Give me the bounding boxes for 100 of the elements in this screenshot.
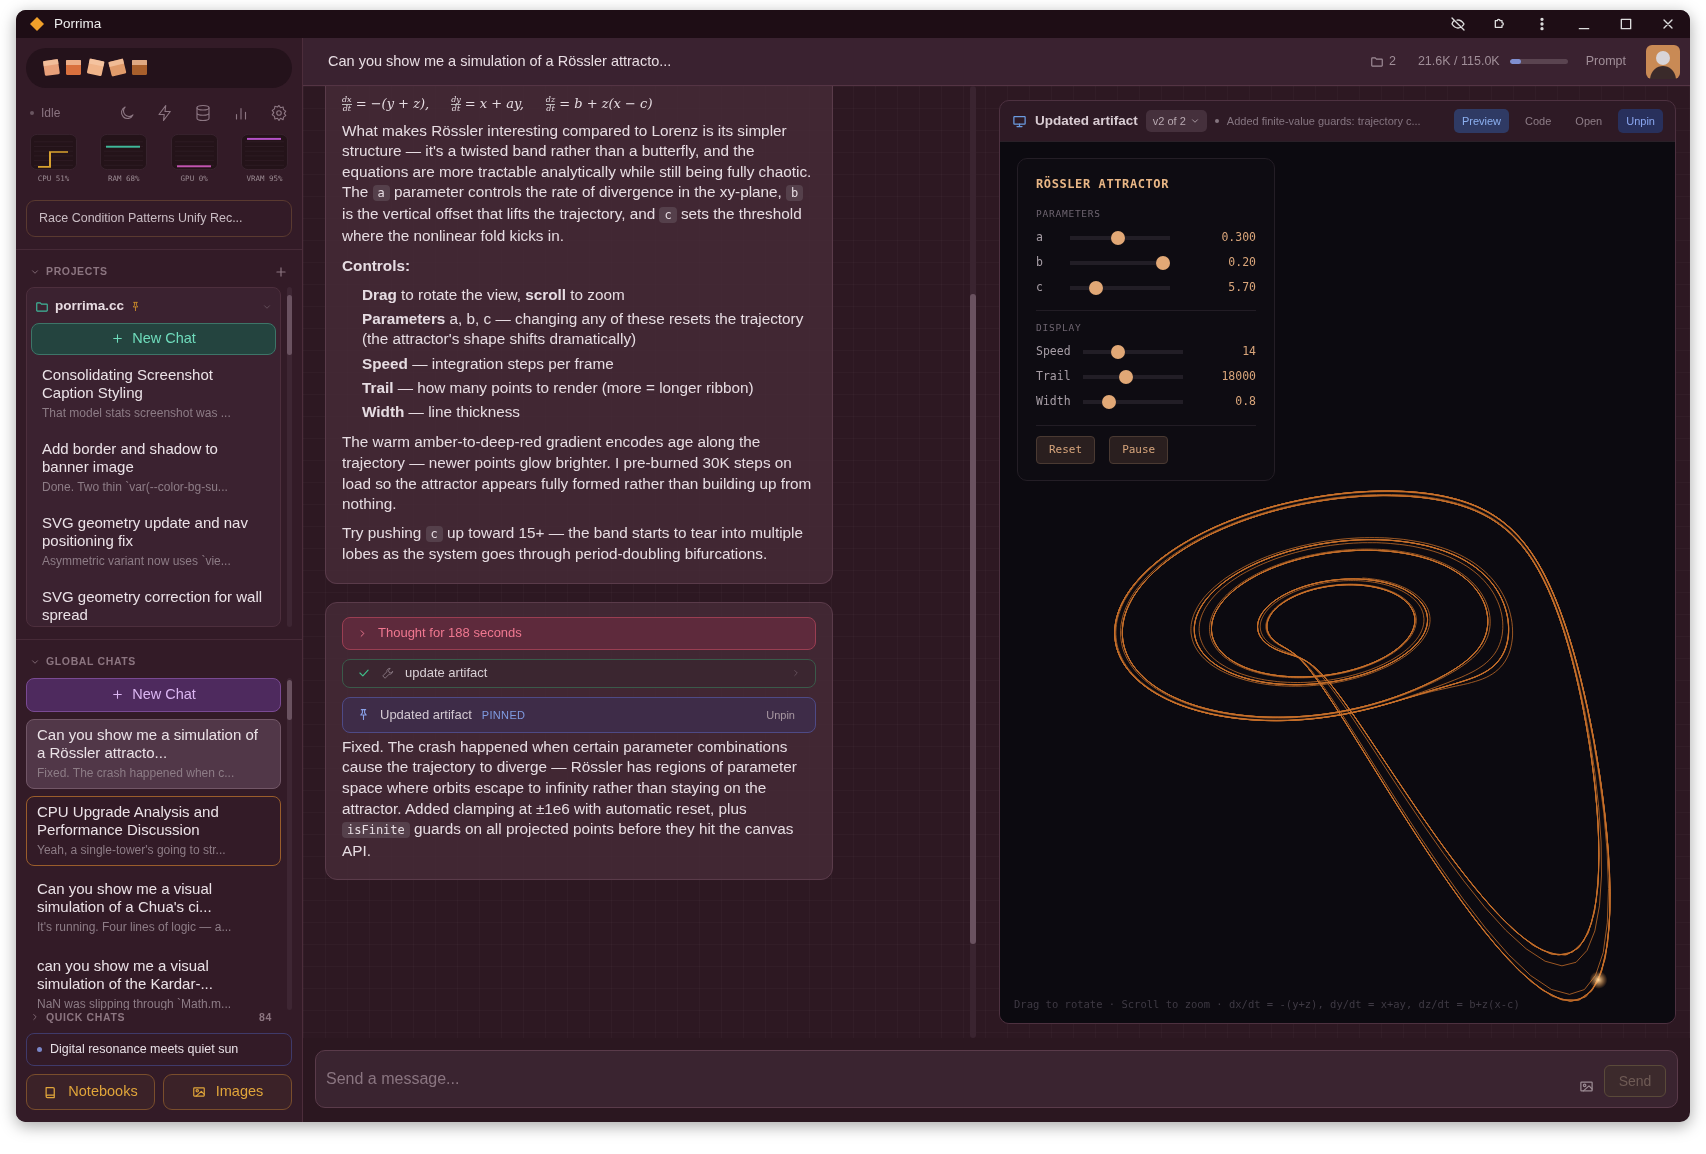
bullet-dot (1214, 119, 1219, 123)
settings-icon[interactable] (270, 103, 288, 122)
attach-image-icon[interactable] (1579, 1079, 1594, 1094)
chat-item[interactable]: can you show me a visual simulation of the Kardar-... NaN was slipping through `Math.m... (26, 949, 281, 1010)
panel-title: RÖSSLER ATTRACTOR (1036, 175, 1171, 193)
list-item: Parameters a, b, c — changing any of these resets the trajectory (the attractor's shape shifts dramatically) (362, 308, 805, 350)
caret-icon (1189, 116, 1200, 126)
chat-item[interactable]: SVG geometry correction for wall spread (31, 580, 276, 627)
pin-icon (357, 708, 370, 722)
paragraph: What makes Rössler interesting compared to Lorenz is its simpler structure — it's a twisted band rather than a butterfly, and the equations are more tractable analytically while still being fully chaotic. The a parameter controls the rate of divergence in the xy-plane, b is the vertical offset that lifts the trajectory, and c sets the threshold where the nonlinear fold kicks in. (342, 120, 813, 246)
pinned-label: PINNED (481, 707, 526, 723)
chat-title: Consolidating Screenshot Caption Styling (42, 365, 214, 402)
heading: Controls: (342, 256, 411, 277)
plus-icon (111, 688, 125, 702)
slider-thumb[interactable] (1156, 255, 1170, 270)
plus-icon (111, 332, 125, 346)
chat-preview: Fixed. The crash happened when c... (37, 764, 236, 782)
chat-preview: That model stats screenshot was ... (42, 404, 232, 422)
chat-item[interactable]: Consolidating Screenshot Caption Styling That model stats screenshot was ... (31, 358, 276, 429)
artifact-title: Updated artifact (1035, 111, 1138, 130)
artifact-title: Updated artifact (380, 705, 472, 724)
group-label: DISPLAY (1036, 321, 1083, 336)
search-field[interactable]: Race Condition Patterns Unify Rec... (26, 199, 292, 237)
tab[interactable]: Open (1567, 108, 1611, 134)
chat-title: SVG geometry update and nav positioning fix (42, 513, 249, 550)
chat-item[interactable]: Add border and shadow to banner image Done. Two thin `var(--color-bg-su... (31, 432, 276, 503)
chat-title: CPU Upgrade Analysis and Performance Discussion (37, 802, 220, 839)
chat-item[interactable]: CPU Upgrade Analysis and Performance Discussion Yeah, a single-tower's going to str... (26, 795, 281, 866)
lightning-icon[interactable] (156, 103, 174, 122)
group-label: PARAMETERS (1036, 207, 1102, 221)
tab[interactable]: Code (1517, 108, 1560, 134)
status-text: Idle (41, 104, 61, 122)
list-item: Width — line thickness (362, 401, 521, 422)
avatar[interactable] (1646, 44, 1680, 79)
list-item: Trail — how many points to render (more = longer ribbon) (362, 377, 755, 398)
new-chat-button[interactable]: New Chat (31, 322, 276, 355)
app-logo (30, 17, 44, 31)
thought-toggle[interactable]: Thought for 188 seconds (342, 616, 816, 650)
slider-label: Speed (1036, 343, 1072, 361)
section-title: QUICK CHATS (46, 1010, 126, 1025)
chat-item[interactable]: SVG geometry update and nav positioning fix Asymmetric variant now uses `vie... (31, 506, 276, 577)
version-dropdown[interactable]: v2 of 2 (1145, 109, 1207, 133)
slider-label: b (1036, 254, 1044, 272)
database-icon[interactable] (194, 103, 212, 122)
notebooks-button[interactable]: Notebooks (26, 1074, 155, 1110)
slider-label: Trail (1036, 368, 1072, 386)
list-item: Speed — integration steps per frame (362, 353, 615, 374)
control-button[interactable]: Reset (1036, 435, 1096, 464)
slider-thumb[interactable] (1111, 230, 1125, 245)
tool-call-row[interactable]: update artifact (342, 658, 816, 688)
chat-preview: NaN was slipping through `Math.m... (37, 995, 233, 1010)
slider-thumb[interactable] (1111, 345, 1125, 359)
slider-value: 0.8 (1235, 393, 1256, 411)
slider-value: 18000 (1221, 368, 1256, 386)
slider-thumb[interactable] (1119, 370, 1133, 384)
list-item: Drag to rotate the view, scroll to zoom (362, 284, 626, 305)
chat-item[interactable]: Can you show me a visual simulation of a Chua's ci... It's running. Four lines of logic — a... (26, 872, 281, 943)
scrollbar-thumb[interactable] (287, 295, 292, 356)
project-name[interactable]: porrima.cc (55, 296, 125, 317)
chat-title: Add border and shadow to banner image (42, 439, 219, 476)
tool-name: update artifact (405, 664, 488, 683)
control-button[interactable]: Pause (1109, 435, 1169, 464)
chat-title: Can you show me a visual simulation of a Chua's ci... (37, 879, 214, 916)
tab[interactable]: Preview (1453, 108, 1510, 134)
maximize-icon[interactable] (1618, 16, 1634, 32)
chat-title: Can you show me a simulation of a Rössler attracto... (328, 51, 672, 71)
prompt-label[interactable]: Prompt (1585, 52, 1626, 71)
slider-thumb[interactable] (1102, 395, 1116, 409)
paragraph: Fixed. The crash happened when certain parameter combinations cause the trajectory to diverge — Rössler has regions of parameter space where orbits escape to infinity rather than staying on the attractor. Added clamping at ±1e6 with automatic reset, plus isFinite guards on all projected points before they hit the canvas API. (342, 736, 798, 861)
slider-label: a (1036, 229, 1044, 247)
slider-value: 0.300 (1221, 229, 1256, 247)
chat-preview: It's running. Four lines of logic — a... (37, 918, 233, 936)
slider-label: c (1036, 279, 1044, 297)
images-button[interactable]: Images (163, 1074, 292, 1110)
wrench-icon (381, 666, 395, 681)
chat-title: SVG geometry correction for wall spread (42, 587, 264, 624)
folder-count: 2 (1388, 53, 1396, 71)
slider-thumb[interactable] (1089, 280, 1103, 295)
change-note: Added finite-value guards: trajectory c... (1226, 113, 1421, 129)
scrollbar-thumb[interactable] (970, 294, 976, 944)
chat-preview: Yeah, a single-tower's going to str... (37, 841, 227, 859)
slider-value: 0.20 (1228, 254, 1256, 272)
scrollbar-thumb[interactable] (287, 679, 292, 720)
paragraph: Try pushing c up toward 15+ — the band starts to tear into multiple lobes as the system goes through period-doubling bifurcations. (342, 522, 804, 565)
unpin-button[interactable]: Unpin (760, 703, 801, 727)
chat-title: Can you show me a simulation of a Rössler attracto... (37, 725, 259, 762)
token-count: 21.6K / 115.0K (1417, 53, 1500, 71)
paragraph: The warm amber-to-deep-red gradient encodes age along the trajectory — newer points glow brighter. I pre-burned 30K steps on load so the attractor appears fully formed rather than building up from nothing. (342, 432, 813, 515)
chat-count: 84 (259, 1009, 272, 1025)
visibility-icon[interactable] (1450, 16, 1466, 32)
slider-label: Width (1036, 393, 1072, 411)
section-title: PROJECTS (46, 263, 108, 279)
quick-chat-item[interactable]: Digital resonance meets quiet sun (26, 1033, 292, 1066)
window-title: Porrima (54, 14, 102, 33)
unpin-button[interactable]: Unpin (1618, 108, 1663, 134)
moon-icon[interactable] (118, 103, 136, 122)
chat-preview: Done. Two thin `var(--color-bg-su... (42, 478, 229, 496)
new-chat-button[interactable]: New Chat (26, 677, 281, 712)
slider-value: 14 (1242, 343, 1256, 361)
chat-item[interactable]: Can you show me a simulation of a Rössler attracto... Fixed. The crash happened when c... (26, 718, 281, 789)
